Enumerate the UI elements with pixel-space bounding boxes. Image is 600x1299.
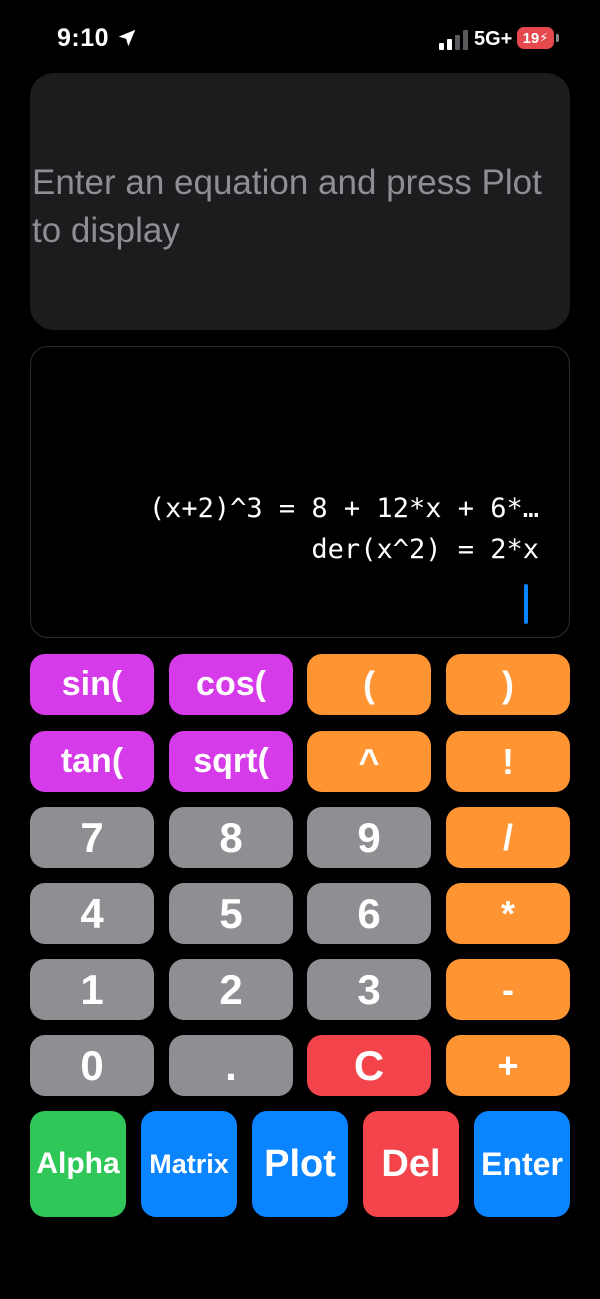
digit-3-key[interactable]: 3 xyxy=(307,959,431,1020)
battery-level: 19 xyxy=(522,29,540,47)
subtract-key[interactable]: - xyxy=(446,959,570,1020)
close-paren-key[interactable]: ) xyxy=(446,654,570,715)
decimal-key[interactable]: . xyxy=(169,1035,293,1096)
console-line: der(x^2) = 2*x xyxy=(311,534,539,565)
text-cursor xyxy=(524,584,528,624)
network-label: 5G+ xyxy=(474,28,513,50)
digit-9-key[interactable]: 9 xyxy=(307,807,431,868)
digit-2-key[interactable]: 2 xyxy=(169,959,293,1020)
tan-key[interactable]: tan( xyxy=(30,731,154,792)
status-bar: 9:10 5G+ 19 ⚡ xyxy=(0,0,600,80)
plot-placeholder: Enter an equation and press Plot to disp… xyxy=(32,163,542,250)
power-key[interactable]: ^ xyxy=(307,731,431,792)
alpha-button[interactable]: Alpha xyxy=(30,1111,126,1217)
delete-button[interactable]: Del xyxy=(363,1111,459,1217)
charging-bolt-icon: ⚡ xyxy=(539,30,549,45)
clear-key[interactable]: C xyxy=(307,1035,431,1096)
digit-0-key[interactable]: 0 xyxy=(30,1035,154,1096)
digit-1-key[interactable]: 1 xyxy=(30,959,154,1020)
sin-key[interactable]: sin( xyxy=(30,654,154,715)
open-paren-key[interactable]: ( xyxy=(307,654,431,715)
plot-area: Enter an equation and press Plot to disp… xyxy=(30,73,570,330)
multiply-key[interactable]: * xyxy=(446,883,570,944)
divide-key[interactable]: / xyxy=(446,807,570,868)
console-line: (x+2)^3 = 8 + 12*x + 6*… xyxy=(148,493,539,524)
cos-key[interactable]: cos( xyxy=(169,654,293,715)
digit-6-key[interactable]: 6 xyxy=(307,883,431,944)
battery-charging-icon: 19 ⚡ xyxy=(517,27,560,51)
sqrt-key[interactable]: sqrt( xyxy=(169,731,293,792)
matrix-button[interactable]: Matrix xyxy=(141,1111,237,1217)
digit-5-key[interactable]: 5 xyxy=(169,883,293,944)
digit-8-key[interactable]: 8 xyxy=(169,807,293,868)
factorial-key[interactable]: ! xyxy=(446,731,570,792)
digit-7-key[interactable]: 7 xyxy=(30,807,154,868)
digit-4-key[interactable]: 4 xyxy=(30,883,154,944)
status-time: 9:10 xyxy=(57,24,110,52)
add-key[interactable]: + xyxy=(446,1035,570,1096)
enter-button[interactable]: Enter xyxy=(474,1111,570,1217)
plot-button[interactable]: Plot xyxy=(252,1111,348,1217)
location-arrow-icon xyxy=(118,29,136,47)
signal-bars-icon xyxy=(439,30,468,50)
expression-console[interactable]: (x+2)^3 = 8 + 12*x + 6*… der(x^2) = 2*x xyxy=(30,346,570,638)
